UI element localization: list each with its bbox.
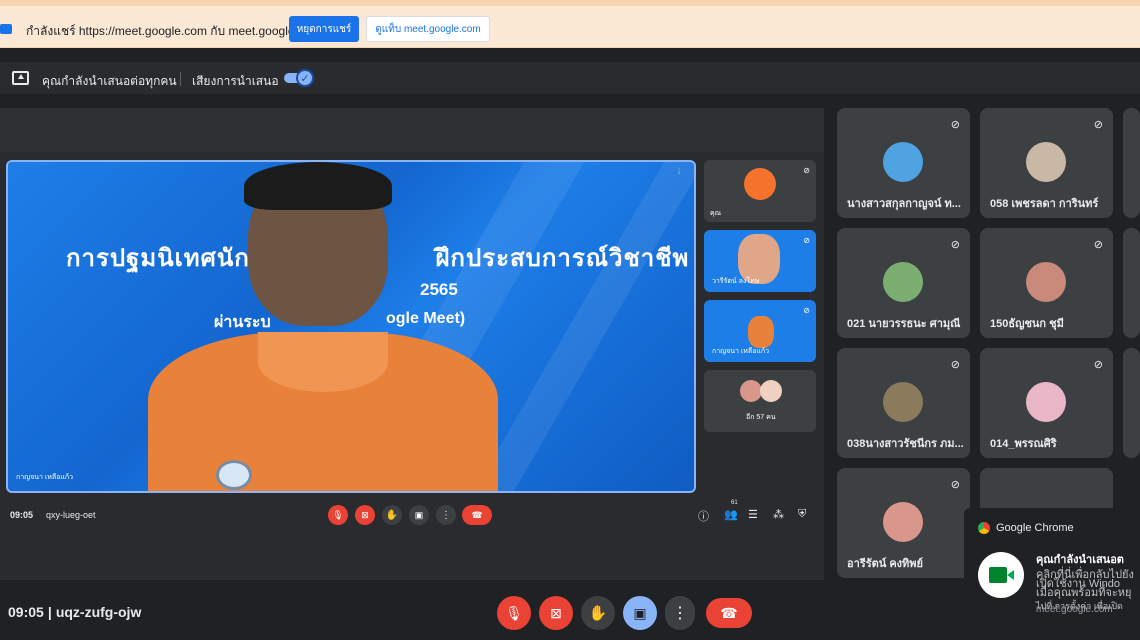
view-tab-button[interactable]: ดูแท็บ meet.google.com bbox=[366, 16, 490, 42]
inner-tile-more[interactable]: อีก 57 คน bbox=[704, 370, 816, 432]
leave-call-button[interactable]: ☎ bbox=[706, 598, 752, 628]
share-status-text: กำลังแชร์ https://meet.google.com กับ me… bbox=[26, 24, 321, 38]
inner-present-button[interactable]: ▣ bbox=[409, 505, 429, 525]
chat-icon[interactable]: ☰ bbox=[748, 508, 758, 521]
mic-off-icon: ⊘ bbox=[950, 239, 960, 251]
presentation-audio-toggle[interactable]: ✓ bbox=[284, 69, 314, 87]
inner-camera-off-button[interactable]: ⊠ bbox=[355, 505, 375, 525]
raise-hand-button[interactable]: ✋ bbox=[581, 596, 615, 630]
chrome-notification[interactable]: Google Chrome คุณกำลังนำเสนอต คลิกที่นี่… bbox=[964, 508, 1140, 640]
avatar bbox=[883, 142, 923, 182]
inner-raise-hand-button[interactable]: ✋ bbox=[382, 505, 402, 525]
avatar bbox=[760, 380, 782, 402]
participant-name: 058 เพชรลดา การินทร์ bbox=[990, 198, 1099, 210]
more-participants-count: อีก 57 คน bbox=[746, 414, 776, 421]
mic-off-icon: ⊘ bbox=[950, 359, 960, 371]
info-icon[interactable]: ⓘ bbox=[698, 508, 709, 524]
mic-off-icon: ⊘ bbox=[950, 119, 960, 131]
avatar bbox=[883, 382, 923, 422]
meeting-time: 09:05 bbox=[8, 604, 44, 620]
mic-off-icon: ⊘ bbox=[1093, 119, 1103, 131]
presenting-bar: คุณกำลังนำเสนอต่อทุกคน เสียงการนำเสนอ bbox=[0, 62, 1140, 94]
avatar bbox=[740, 380, 762, 402]
meeting-code: uqz-zufg-ojw bbox=[55, 604, 142, 620]
avatar bbox=[1026, 142, 1066, 182]
tile-name: คุณ bbox=[710, 210, 722, 217]
main-speaker-name: กาญจนา เหลือแก้ว bbox=[16, 474, 74, 481]
mic-off-icon: ⊘ bbox=[1093, 239, 1103, 251]
audio-wave-icon: ⦙ bbox=[678, 166, 681, 176]
main-speaker-video[interactable]: การปฐมนิเทศนักเรียน ฝึกประสบการณ์วิชาชีพ … bbox=[6, 160, 696, 493]
participant-tile-partial[interactable] bbox=[1123, 108, 1140, 218]
participant-tile[interactable]: ⊘ 021 นายวรรธนะ ศามุณี bbox=[837, 228, 970, 338]
participant-tile[interactable]: ⊘ 014_พรรณศิริ bbox=[980, 348, 1113, 458]
participant-tile-partial[interactable] bbox=[1123, 348, 1140, 458]
participant-video bbox=[748, 316, 774, 348]
inner-tile-participant[interactable]: ⊘ วารีรัตน์ ลงโทษ bbox=[704, 230, 816, 292]
meet-logo-body bbox=[989, 567, 1007, 583]
shared-meeting-header bbox=[0, 108, 824, 152]
participant-name: 150ธัญชนก ชุมี bbox=[990, 318, 1064, 330]
chrome-icon bbox=[978, 522, 990, 534]
mic-off-button[interactable]: 🎙 bbox=[497, 596, 531, 630]
avatar bbox=[1026, 382, 1066, 422]
mic-off-icon: ⊘ bbox=[803, 306, 810, 315]
participant-tile[interactable]: ⊘ 038นางสาวรัชนีกร ภม... bbox=[837, 348, 970, 458]
divider bbox=[180, 72, 181, 86]
participant-tile[interactable]: ⊘ 150ธัญชนก ชุมี bbox=[980, 228, 1113, 338]
notification-source: meet.google.com bbox=[1036, 604, 1113, 615]
participant-name: 014_พรรณศิริ bbox=[990, 438, 1057, 450]
stop-sharing-button[interactable]: หยุดการแชร์ bbox=[289, 16, 359, 42]
activities-icon[interactable]: ⁂ bbox=[773, 508, 784, 521]
inner-leave-call-button[interactable]: ☎ bbox=[462, 505, 492, 525]
participant-tile[interactable]: ⊘ อารีรัตน์ คงทิพย์ bbox=[837, 468, 970, 578]
people-count-badge: 61 bbox=[731, 500, 738, 506]
avatar bbox=[883, 262, 923, 302]
speaker-figure bbox=[148, 162, 498, 491]
mic-off-icon: ⊘ bbox=[950, 479, 960, 491]
mic-off-icon: ⊘ bbox=[1093, 359, 1103, 371]
presentation-audio-label: เสียงการนำเสนอ bbox=[192, 74, 279, 88]
inner-meeting-time: 09:05 bbox=[10, 510, 34, 520]
share-indicator-icon bbox=[0, 24, 12, 34]
participant-tile[interactable]: ⊘ นางสาวสกุลกาญจน์ ท... bbox=[837, 108, 970, 218]
avatar bbox=[883, 502, 923, 542]
participant-name: อารีรัตน์ คงทิพย์ bbox=[847, 558, 923, 570]
participant-name: 038นางสาวรัชนีกร ภม... bbox=[847, 438, 964, 450]
google-meet-icon bbox=[978, 552, 1024, 598]
present-screen-icon bbox=[12, 71, 29, 85]
tile-name: วารีรัตน์ ลงโทษ bbox=[712, 278, 760, 285]
participant-name: 021 นายวรรธนะ ศามุณี bbox=[847, 318, 961, 330]
avatar bbox=[1026, 262, 1066, 302]
participant-tile[interactable]: ⊘ 058 เพชรลดา การินทร์ bbox=[980, 108, 1113, 218]
inner-more-options-button[interactable]: ⋮ bbox=[436, 505, 456, 525]
inner-meeting-code: qxy-lueg-oet bbox=[46, 510, 96, 520]
speaker-hair bbox=[244, 162, 392, 210]
check-icon: ✓ bbox=[296, 69, 314, 87]
inner-tile-self[interactable]: ⊘ คุณ bbox=[704, 160, 816, 222]
browser-tab-strip bbox=[0, 0, 1140, 6]
shirt-badge bbox=[216, 460, 252, 490]
mic-off-icon: ⊘ bbox=[803, 166, 810, 175]
presenting-status: คุณกำลังนำเสนอต่อทุกคน bbox=[42, 74, 177, 88]
people-icon[interactable]: 👥 bbox=[724, 508, 738, 521]
camera-off-button[interactable]: ⊠ bbox=[539, 596, 573, 630]
mic-off-icon: ⊘ bbox=[803, 236, 810, 245]
participant-name: นางสาวสกุลกาญจน์ ท... bbox=[847, 198, 961, 210]
speaker-collar bbox=[258, 332, 388, 392]
inner-tile-participant[interactable]: ⊘ กาญจนา เหลือแก้ว bbox=[704, 300, 816, 362]
notification-title: คุณกำลังนำเสนอต bbox=[1036, 554, 1124, 566]
more-options-button[interactable]: ⋮ bbox=[665, 596, 695, 630]
tile-name: กาญจนา เหลือแก้ว bbox=[712, 348, 770, 355]
meet-logo-lens bbox=[1007, 570, 1014, 580]
shield-icon[interactable]: ⛨ bbox=[798, 508, 806, 521]
notification-app: Google Chrome bbox=[996, 522, 1074, 534]
meeting-time-code: 09:05 | uqz-zufg-ojw bbox=[8, 604, 142, 620]
participant-tile-partial[interactable] bbox=[1123, 228, 1140, 338]
present-now-button[interactable]: ▣ bbox=[623, 596, 657, 630]
inner-mic-off-button[interactable]: 🎙 bbox=[328, 505, 348, 525]
screen-share-banner: กำลังแชร์ https://meet.google.com กับ me… bbox=[0, 0, 1140, 48]
avatar bbox=[744, 168, 776, 200]
